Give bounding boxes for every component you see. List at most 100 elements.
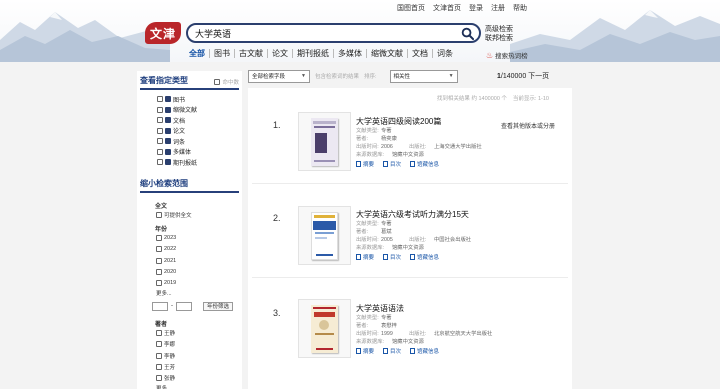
author-more-link[interactable]: 更多... xyxy=(156,384,242,389)
field-select[interactable]: 全部检索字段 ▼ xyxy=(248,69,310,83)
facet-label: 2022 xyxy=(164,246,177,253)
toc-label: 目次 xyxy=(390,162,402,168)
type-item-papers[interactable]: 论文 xyxy=(157,126,242,137)
checkbox[interactable] xyxy=(157,138,163,145)
tab-all[interactable]: 全部 xyxy=(185,49,210,58)
holdings-link[interactable]: 馆藏信息 xyxy=(410,160,439,168)
other-versions-link[interactable]: 查看其他版本或分册 xyxy=(501,121,555,130)
sort-select[interactable]: 相关性 ▼ xyxy=(389,69,458,83)
advanced-search-link[interactable]: 高级检索 xyxy=(485,25,513,34)
cover-image xyxy=(311,304,338,353)
link-login[interactable]: 登录 xyxy=(469,3,483,13)
checkbox[interactable] xyxy=(156,235,162,242)
toc-icon xyxy=(383,348,389,354)
toc-link[interactable]: 目次 xyxy=(383,253,401,261)
tab-multimedia[interactable]: 多媒体 xyxy=(334,49,367,58)
toc-link[interactable]: 目次 xyxy=(383,160,401,168)
next-page-link[interactable]: 下一页 xyxy=(528,73,549,80)
book-cover[interactable] xyxy=(298,112,351,171)
checkbox[interactable] xyxy=(157,159,163,166)
checkbox[interactable] xyxy=(156,341,162,348)
search-button[interactable] xyxy=(457,23,477,43)
wenjin-logo[interactable]: 文津 xyxy=(145,22,181,44)
checkbox[interactable] xyxy=(157,117,163,124)
checkbox[interactable] xyxy=(156,280,162,287)
holdings-link[interactable]: 馆藏信息 xyxy=(410,253,439,261)
facet-author-2[interactable]: 李娜 xyxy=(156,339,242,350)
book-cover[interactable] xyxy=(298,299,351,358)
checkbox[interactable] xyxy=(157,106,163,113)
tab-entries[interactable]: 词条 xyxy=(433,49,457,58)
checkbox[interactable] xyxy=(157,148,163,155)
result-title[interactable]: 大学英语语法 xyxy=(356,303,556,314)
facet-label: 2019 xyxy=(164,280,177,287)
facet-fulltext-option[interactable]: 可提供全文 xyxy=(156,210,242,221)
year-from-input[interactable] xyxy=(152,301,168,311)
checkbox[interactable] xyxy=(156,257,162,264)
facet-year-2019[interactable]: 2019 xyxy=(156,277,242,288)
book-cover[interactable] xyxy=(298,206,351,265)
summary-link[interactable]: 摘要 xyxy=(356,347,374,355)
tab-papers[interactable]: 论文 xyxy=(268,49,293,58)
meta-label: 出版时间: xyxy=(356,331,379,337)
link-help[interactable]: 帮助 xyxy=(513,3,527,13)
result-title[interactable]: 大学英语六级考试听力满分15天 xyxy=(356,209,556,220)
summary-label: 摘要 xyxy=(363,162,375,168)
tab-ancient[interactable]: 古文献 xyxy=(235,49,268,58)
meta-value[interactable]: 杨奕康 xyxy=(381,135,397,143)
summary-link[interactable]: 摘要 xyxy=(356,253,374,261)
within-results-toggle[interactable]: 包含检索词的结果 xyxy=(315,72,359,80)
type-item-entries[interactable]: 词条 xyxy=(157,136,242,147)
year-more-link[interactable]: 更多... xyxy=(156,289,242,298)
facet-year-2022[interactable]: 2022 xyxy=(156,244,242,255)
search-input[interactable]: 大学英语 xyxy=(195,27,457,40)
tab-microfilm[interactable]: 缩微文献 xyxy=(367,49,408,58)
hit-count-toggle[interactable]: 命中数 xyxy=(214,78,239,86)
type-item-microfilm[interactable]: 缩微文献 xyxy=(157,105,242,116)
checkbox[interactable] xyxy=(156,363,162,370)
link-nlc-home[interactable]: 国图首页 xyxy=(397,3,425,13)
field-select-value: 全部检索字段 xyxy=(252,74,286,80)
facet-author-5[interactable]: 张静 xyxy=(156,372,242,383)
meta-value[interactable]: 葛斌 xyxy=(381,228,392,236)
type-item-books[interactable]: 图书 xyxy=(157,94,242,105)
toc-link[interactable]: 目次 xyxy=(383,347,401,355)
type-item-documents[interactable]: 文档 xyxy=(157,115,242,126)
hit-count-checkbox[interactable] xyxy=(214,79,221,85)
search-box[interactable]: 大学英语 xyxy=(186,23,481,43)
facet-year-2020[interactable]: 2020 xyxy=(156,266,242,277)
facet-year-2021[interactable]: 2021 xyxy=(156,255,242,266)
link-register[interactable]: 注册 xyxy=(491,3,505,13)
checkbox[interactable] xyxy=(156,268,162,275)
holdings-link[interactable]: 馆藏信息 xyxy=(410,347,439,355)
facet-author-1[interactable]: 王静 xyxy=(156,328,242,339)
checkbox[interactable] xyxy=(156,374,162,381)
type-label: 期刊报纸 xyxy=(173,160,198,167)
link-wenjin-home[interactable]: 文津首页 xyxy=(433,3,461,13)
sort-select-value: 相关性 xyxy=(393,74,411,80)
checkbox[interactable] xyxy=(156,212,162,219)
checkbox[interactable] xyxy=(157,127,163,134)
meta-label: 出版时间: xyxy=(356,144,379,150)
year-to-input[interactable] xyxy=(176,301,192,311)
year-filter-button[interactable]: 年份筛选 xyxy=(203,301,234,311)
meta-value[interactable]: 袁懋梓 xyxy=(381,322,397,330)
hot-search-link[interactable]: ♨ 搜索热词榜 xyxy=(486,50,528,61)
meta-value: 中国社会出版社 xyxy=(434,237,472,243)
linked-search-link[interactable]: 联邦检索 xyxy=(485,34,513,43)
tab-periodicals[interactable]: 期刊报纸 xyxy=(293,49,334,58)
facet-label: 2021 xyxy=(164,257,177,264)
facet-author-3[interactable]: 李静 xyxy=(156,350,242,361)
tab-books[interactable]: 图书 xyxy=(210,49,235,58)
type-item-multimedia[interactable]: 多媒体 xyxy=(157,147,242,158)
checkbox[interactable] xyxy=(156,330,162,337)
checkbox[interactable] xyxy=(156,352,162,359)
checkbox[interactable] xyxy=(156,246,162,253)
tab-documents[interactable]: 文档 xyxy=(408,49,433,58)
facet-author-4[interactable]: 王芳 xyxy=(156,361,242,372)
facet-year-2023[interactable]: 2023 xyxy=(156,233,242,244)
checkbox[interactable] xyxy=(157,96,163,103)
summary-link[interactable]: 摘要 xyxy=(356,160,374,168)
meta-label: 出版时间: xyxy=(356,237,379,243)
type-item-periodicals[interactable]: 期刊报纸 xyxy=(157,157,242,168)
